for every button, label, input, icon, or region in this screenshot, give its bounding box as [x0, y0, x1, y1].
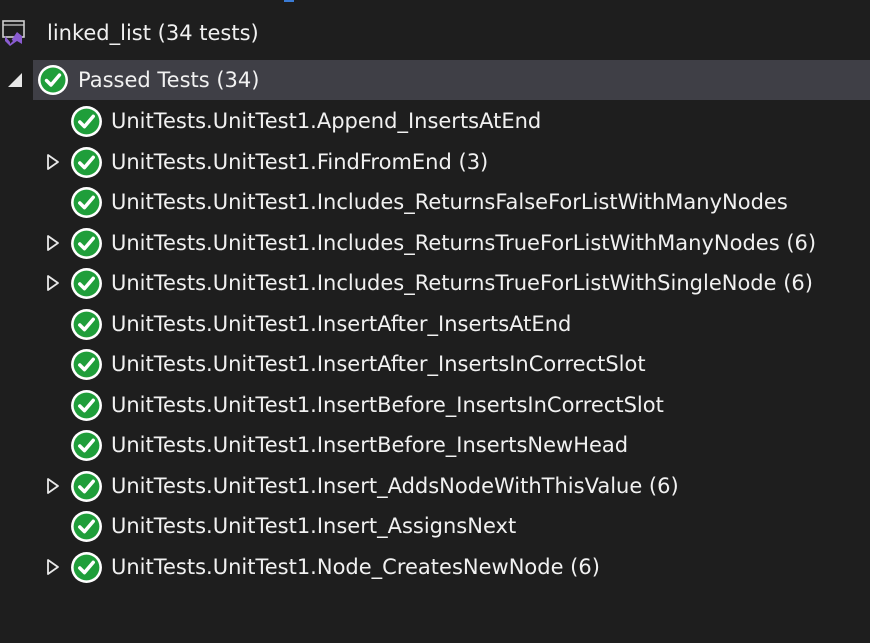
project-node[interactable]: linked_list (34 tests)	[0, 13, 870, 53]
passed-check-icon	[71, 511, 102, 542]
test-row[interactable]: UnitTests.UnitTest1.Includes_ReturnsFals…	[0, 182, 870, 223]
test-label: UnitTests.UnitTest1.InsertAfter_InsertsI…	[111, 352, 646, 376]
passed-tests-group[interactable]: Passed Tests (34)	[0, 60, 870, 100]
expand-triangle-icon[interactable]	[46, 274, 60, 292]
passed-check-icon	[71, 227, 102, 259]
expand-triangle-icon[interactable]	[46, 558, 60, 576]
test-label: UnitTests.UnitTest1.InsertAfter_InsertsA…	[111, 311, 572, 336]
test-row[interactable]: UnitTests.UnitTest1.Append_InsertsAtEnd	[0, 101, 870, 142]
expand-triangle-icon[interactable]	[46, 477, 60, 495]
test-row[interactable]: UnitTests.UnitTest1.Includes_ReturnsTrue…	[0, 223, 870, 264]
test-row[interactable]: UnitTests.UnitTest1.Node_CreatesNewNode …	[0, 547, 870, 588]
test-label: UnitTests.UnitTest1.InsertBefore_Inserts…	[111, 433, 629, 457]
passed-check-icon	[71, 146, 102, 178]
passed-check-icon	[71, 308, 102, 340]
passed-check-icon	[71, 470, 102, 502]
test-row[interactable]: UnitTests.UnitTest1.Insert_AddsNodeWithT…	[0, 466, 870, 507]
group-label: Passed Tests (34)	[78, 68, 260, 92]
expand-triangle-icon[interactable]	[46, 153, 60, 171]
test-row[interactable]: UnitTests.UnitTest1.InsertBefore_Inserts…	[0, 425, 870, 466]
test-row[interactable]: UnitTests.UnitTest1.InsertAfter_InsertsI…	[0, 344, 870, 385]
passed-check-icon	[71, 389, 102, 421]
test-list: UnitTests.UnitTest1.Append_InsertsAtEnd U…	[0, 101, 870, 587]
test-label: UnitTests.UnitTest1.InsertBefore_Inserts…	[111, 392, 664, 417]
test-row[interactable]: UnitTests.UnitTest1.InsertBefore_Inserts…	[0, 385, 870, 426]
test-label: UnitTests.UnitTest1.Insert_AddsNodeWithT…	[111, 473, 679, 498]
passed-check-icon	[71, 268, 102, 299]
passed-check-icon	[71, 551, 102, 583]
test-row[interactable]: UnitTests.UnitTest1.Includes_ReturnsTrue…	[0, 263, 870, 304]
top-edge-accent	[284, 0, 294, 2]
test-label: UnitTests.UnitTest1.Includes_ReturnsFals…	[111, 190, 788, 214]
project-label: linked_list (34 tests)	[47, 21, 259, 45]
test-row[interactable]: UnitTests.UnitTest1.InsertAfter_InsertsA…	[0, 304, 870, 345]
test-row[interactable]: UnitTests.UnitTest1.Insert_AssignsNext	[0, 506, 870, 547]
test-label: UnitTests.UnitTest1.Includes_ReturnsTrue…	[111, 230, 817, 255]
passed-check-icon	[71, 349, 102, 380]
passed-check-icon	[71, 430, 102, 461]
collapse-triangle-icon[interactable]	[6, 71, 24, 89]
passed-check-icon	[38, 65, 68, 95]
test-label: UnitTests.UnitTest1.Insert_AssignsNext	[111, 514, 517, 538]
visual-studio-project-icon	[2, 20, 25, 46]
passed-check-icon	[71, 106, 102, 137]
test-label: UnitTests.UnitTest1.Includes_ReturnsTrue…	[111, 271, 813, 295]
test-row[interactable]: UnitTests.UnitTest1.FindFromEnd (3)	[0, 142, 870, 183]
test-label: UnitTests.UnitTest1.Node_CreatesNewNode …	[111, 554, 600, 579]
test-label: UnitTests.UnitTest1.Append_InsertsAtEnd	[111, 109, 542, 133]
test-label: UnitTests.UnitTest1.FindFromEnd (3)	[111, 149, 489, 174]
expand-triangle-icon[interactable]	[46, 234, 60, 252]
passed-check-icon	[71, 187, 102, 218]
